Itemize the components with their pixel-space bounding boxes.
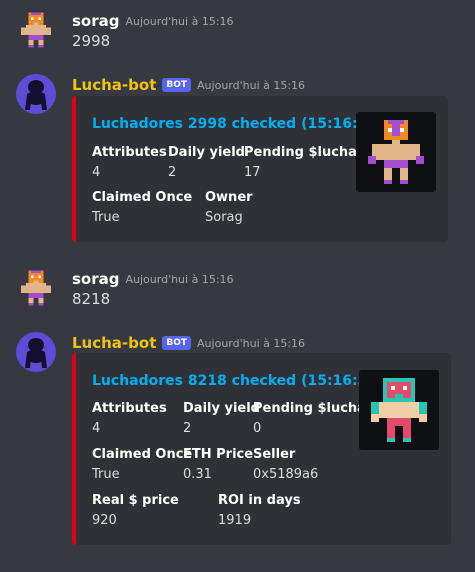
field-name: Pending $lucha — [244, 145, 357, 160]
gorilla-avatar-icon — [25, 80, 47, 110]
message-bot-1: Lucha-bot BOT Aujourd'hui à 15:16 Luchad… — [0, 74, 475, 244]
field-value: 2 — [168, 165, 177, 180]
field-name: ROI in days — [218, 493, 301, 508]
field-value: True — [92, 467, 120, 482]
field-pending-lucha: Pending $lucha 0 — [253, 401, 366, 436]
field-claimed-once: Claimed Once True — [92, 447, 192, 482]
message-text: 8218 — [72, 290, 111, 308]
field-name: Claimed Once — [92, 190, 193, 205]
field-real-price: Real $ price 920 — [92, 493, 179, 528]
field-name: Seller — [253, 447, 296, 462]
message-header: Lucha-bot BOT Aujourd'hui à 15:16 — [72, 74, 305, 96]
message-header: sorag Aujourd'hui à 15:16 — [72, 268, 234, 290]
field-attributes: Attributes 4 — [92, 401, 167, 436]
avatar[interactable] — [16, 268, 56, 308]
field-value: 920 — [92, 513, 117, 528]
message-header: Lucha-bot BOT Aujourd'hui à 15:16 — [72, 332, 305, 354]
field-seller: Seller 0x5189a6 — [253, 447, 318, 482]
timestamp: Aujourd'hui à 15:16 — [125, 14, 234, 28]
embed-card: Luchadores 8218 checked (15:16:38) Attri… — [72, 353, 451, 545]
field-name: Attributes — [92, 401, 167, 416]
field-name: ETH Price — [183, 447, 254, 462]
field-pending-lucha: Pending $lucha 17 — [244, 145, 357, 180]
gorilla-avatar-icon — [25, 338, 47, 368]
field-name: Claimed Once — [92, 447, 193, 462]
timestamp: Aujourd'hui à 15:16 — [125, 272, 234, 286]
message-text: 2998 — [72, 32, 111, 50]
field-value: 0x5189a6 — [253, 467, 319, 482]
luchador-art-icon — [371, 378, 427, 442]
field-value: Sorag — [205, 210, 243, 225]
message-header: sorag Aujourd'hui à 15:16 — [72, 10, 234, 32]
luchador-avatar-icon — [21, 270, 51, 306]
avatar[interactable] — [16, 10, 56, 50]
luchador-avatar-icon — [21, 12, 51, 48]
message-sorag-1: sorag Aujourd'hui à 15:16 2998 — [0, 10, 475, 50]
field-value: 1919 — [218, 513, 252, 528]
timestamp: Aujourd'hui à 15:16 — [197, 78, 306, 92]
field-value: 0 — [253, 421, 262, 436]
field-roi-days: ROI in days 1919 — [218, 493, 301, 528]
field-attributes: Attributes 4 — [92, 145, 167, 180]
embed-card: Luchadores 2998 checked (15:16:32) Attri… — [72, 96, 448, 242]
message-bot-2: Lucha-bot BOT Aujourd'hui à 15:16 Luchad… — [0, 332, 475, 552]
field-value: True — [92, 210, 120, 225]
bot-badge: BOT — [162, 336, 192, 350]
username[interactable]: Lucha-bot — [72, 334, 156, 352]
field-claimed-once: Claimed Once True — [92, 190, 192, 225]
field-name: Pending $lucha — [253, 401, 366, 416]
username[interactable]: sorag — [72, 270, 120, 288]
timestamp: Aujourd'hui à 15:16 — [197, 336, 306, 350]
avatar[interactable] — [16, 332, 56, 372]
field-value: 4 — [92, 165, 101, 180]
field-name: Owner — [205, 190, 253, 205]
embed-title[interactable]: Luchadores 8218 checked (15:16:38) — [92, 373, 384, 389]
luchador-art-icon — [368, 120, 424, 184]
field-name: Daily yield — [183, 401, 260, 416]
username[interactable]: Lucha-bot — [72, 76, 156, 94]
field-value: 0.31 — [183, 467, 212, 482]
field-name: Real $ price — [92, 493, 179, 508]
field-owner: Owner Sorag — [205, 190, 253, 225]
username[interactable]: sorag — [72, 12, 120, 30]
field-daily-yield: Daily yield 2 — [183, 401, 260, 436]
field-eth-price: ETH Price 0.31 — [183, 447, 253, 482]
field-value: 17 — [244, 165, 261, 180]
avatar[interactable] — [16, 74, 56, 114]
embed-title[interactable]: Luchadores 2998 checked (15:16:32) — [92, 116, 384, 132]
message-sorag-2: sorag Aujourd'hui à 15:16 8218 — [0, 268, 475, 308]
nft-thumbnail[interactable] — [356, 112, 436, 192]
bot-badge: BOT — [162, 78, 192, 92]
field-daily-yield: Daily yield 2 — [168, 145, 245, 180]
nft-thumbnail[interactable] — [359, 370, 439, 450]
field-value: 2 — [183, 421, 192, 436]
field-value: 4 — [92, 421, 101, 436]
field-name: Daily yield — [168, 145, 245, 160]
field-name: Attributes — [92, 145, 167, 160]
